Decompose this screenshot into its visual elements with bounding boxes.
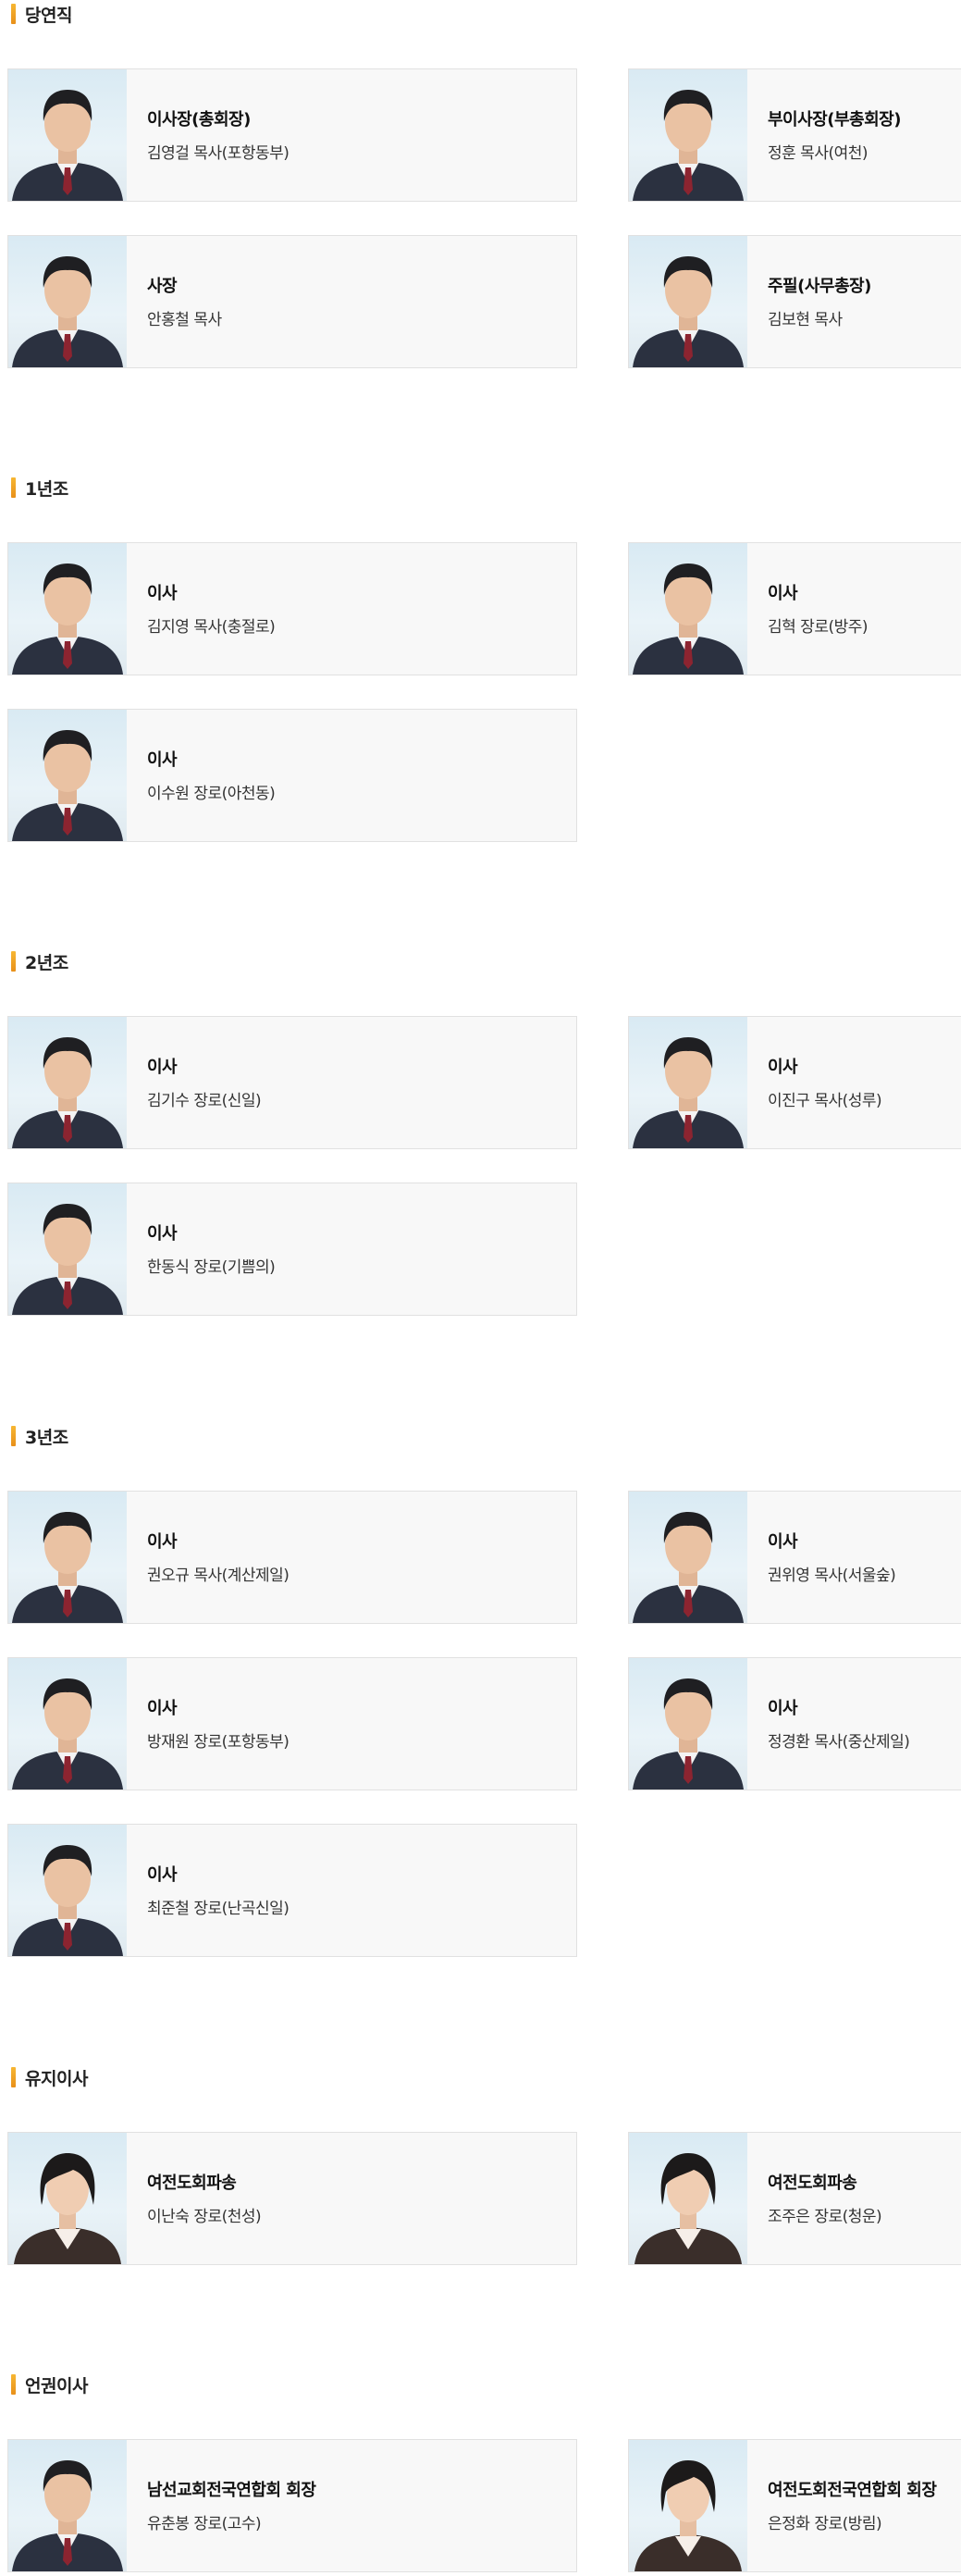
member-card[interactable]: 이사방재원 장로(포항동부) — [7, 1657, 577, 1790]
section-title: 3년조 — [11, 1424, 68, 1448]
member-role: 이사 — [147, 1699, 178, 1718]
member-role: 이사 — [768, 1058, 798, 1077]
member-name: 이수원 장로(아천동) — [147, 785, 276, 803]
member-photo — [629, 236, 747, 367]
member-photo — [629, 543, 747, 675]
member-card[interactable]: 이사한동식 장로(기쁨의) — [7, 1183, 577, 1316]
member-name: 권위영 목사(서울숲) — [768, 1567, 896, 1585]
section-title: 1년조 — [11, 476, 68, 500]
member-role: 이사장(총회장) — [147, 110, 251, 130]
member-role: 여전도회파송 — [147, 2174, 237, 2193]
section-title: 유지이사 — [11, 2065, 88, 2089]
member-name: 김보현 목사 — [768, 311, 843, 329]
section-title-text: 유지이사 — [25, 2068, 88, 2089]
member-name: 정훈 목사(여천) — [768, 144, 869, 163]
member-photo — [8, 236, 127, 367]
member-card[interactable]: 사장안홍철 목사 — [7, 235, 577, 368]
member-name: 유춘봉 장로(고수) — [147, 2515, 262, 2533]
member-role: 이사 — [147, 1865, 178, 1885]
member-role: 이사 — [147, 1224, 178, 1244]
member-name: 정경환 목사(중산제일) — [768, 1733, 910, 1752]
section-title: 당연직 — [11, 2, 72, 26]
section-title-text: 언권이사 — [25, 2375, 88, 2396]
member-name: 권오규 목사(계산제일) — [147, 1567, 290, 1585]
title-bar-marker — [11, 2374, 16, 2395]
section-title-text: 3년조 — [25, 1427, 68, 1448]
member-card[interactable]: 이사최준철 장로(난곡신일) — [7, 1824, 577, 1957]
member-name: 방재원 장로(포항동부) — [147, 1733, 290, 1752]
member-card[interactable]: 부이사장(부총회장) 정훈 목사(여천) — [628, 68, 961, 202]
member-photo — [8, 1492, 127, 1623]
title-bar-marker — [11, 477, 16, 498]
section-title-text: 당연직 — [25, 5, 72, 26]
member-card[interactable]: 여전도회파송이난숙 장로(천성) — [7, 2132, 577, 2265]
member-card[interactable]: 남선교회전국연합회 회장유춘봉 장로(고수) — [7, 2439, 577, 2572]
member-photo — [8, 1017, 127, 1148]
member-role: 이사 — [768, 1532, 798, 1552]
title-bar-marker — [11, 1426, 16, 1446]
member-card[interactable]: 이사이수원 장로(아천동) — [7, 709, 577, 842]
member-name: 안홍철 목사 — [147, 311, 222, 329]
member-card[interactable]: 여전도회파송조주은 장로(청운) — [628, 2132, 961, 2265]
member-card[interactable]: 이사권위영 목사(서울숲) — [628, 1491, 961, 1624]
member-photo — [8, 1183, 127, 1315]
member-photo — [629, 2440, 747, 2571]
member-photo — [629, 1658, 747, 1790]
member-name: 이난숙 장로(천성) — [147, 2208, 262, 2226]
member-role: 이사 — [147, 1532, 178, 1552]
member-name: 최준철 장로(난곡신일) — [147, 1900, 290, 1918]
member-photo — [8, 1825, 127, 1956]
member-name: 조주은 장로(청운) — [768, 2208, 882, 2226]
member-photo — [8, 1658, 127, 1790]
member-role: 부이사장(부총회장) — [768, 110, 901, 130]
member-name: 은정화 장로(방림) — [768, 2515, 882, 2533]
member-name: 이진구 목사(성루) — [768, 1092, 882, 1110]
member-photo — [629, 1492, 747, 1623]
member-card[interactable]: 이사권오규 목사(계산제일) — [7, 1491, 577, 1624]
member-card[interactable]: 이사김기수 장로(신일) — [7, 1016, 577, 1149]
member-card[interactable]: 이사김혁 장로(방주) — [628, 542, 961, 675]
member-photo — [629, 2133, 747, 2264]
title-bar-marker — [11, 951, 16, 972]
member-card[interactable]: 여전도회전국연합회 회장은정화 장로(방림) — [628, 2439, 961, 2572]
member-name: 한동식 장로(기쁨의) — [147, 1258, 276, 1277]
member-role: 이사 — [768, 1699, 798, 1718]
title-bar-marker — [11, 2067, 16, 2087]
section-title: 2년조 — [11, 949, 68, 973]
member-role: 이사 — [147, 750, 178, 770]
member-card[interactable]: 이사이진구 목사(성루) — [628, 1016, 961, 1149]
section-title-text: 1년조 — [25, 478, 68, 500]
member-photo — [629, 1017, 747, 1148]
member-name: 김기수 장로(신일) — [147, 1092, 262, 1110]
member-role: 주필(사무총장) — [768, 277, 871, 296]
member-role: 이사 — [768, 584, 798, 603]
member-card[interactable]: 이사장(총회장) 김영걸 목사(포항동부) — [7, 68, 577, 202]
member-photo — [629, 69, 747, 201]
member-photo — [8, 2440, 127, 2571]
title-bar-marker — [11, 4, 16, 24]
member-card[interactable]: 이사정경환 목사(중산제일) — [628, 1657, 961, 1790]
member-card[interactable]: 주필(사무총장) 김보현 목사 — [628, 235, 961, 368]
member-photo — [8, 543, 127, 675]
member-role: 이사 — [147, 1058, 178, 1077]
member-photo — [8, 69, 127, 201]
member-photo — [8, 710, 127, 841]
member-photo — [8, 2133, 127, 2264]
member-role: 여전도회전국연합회 회장 — [768, 2481, 937, 2500]
member-name: 김혁 장로(방주) — [768, 618, 869, 637]
section-title: 언권이사 — [11, 2372, 88, 2396]
section-title-text: 2년조 — [25, 952, 68, 973]
member-role: 여전도회파송 — [768, 2174, 857, 2193]
member-role: 사장 — [147, 277, 178, 296]
member-role: 이사 — [147, 584, 178, 603]
member-name: 김영걸 목사(포항동부) — [147, 144, 290, 163]
member-role: 남선교회전국연합회 회장 — [147, 2481, 316, 2500]
member-name: 김지영 목사(충절로) — [147, 618, 276, 637]
member-card[interactable]: 이사김지영 목사(충절로) — [7, 542, 577, 675]
